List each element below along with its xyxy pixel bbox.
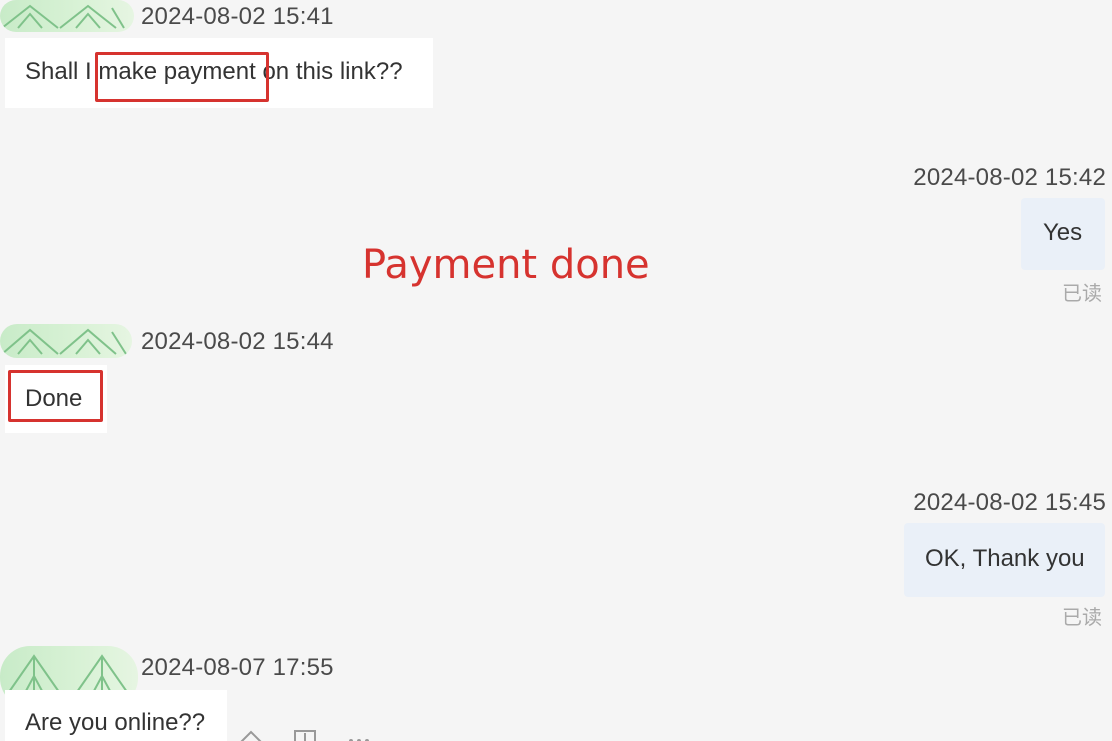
avatar[interactable] xyxy=(0,0,134,32)
message-timestamp: 2024-08-02 15:45 xyxy=(913,489,1106,516)
outgoing-message[interactable]: OK, Thank you xyxy=(904,523,1105,597)
avatar[interactable] xyxy=(0,324,132,358)
translate-icon[interactable] xyxy=(292,726,318,741)
read-status: 已读 xyxy=(1062,281,1102,305)
message-text-part: on this link?? xyxy=(255,58,403,85)
outgoing-message[interactable]: Yes xyxy=(1021,198,1105,270)
share-icon[interactable] xyxy=(238,726,264,741)
message-timestamp: 2024-08-07 17:55 xyxy=(141,654,334,681)
message-timestamp: 2024-08-02 15:44 xyxy=(141,328,334,355)
highlight-box xyxy=(95,52,269,102)
incoming-message[interactable]: Are you online?? xyxy=(5,690,227,741)
message-text: Yes xyxy=(1043,219,1083,246)
message-timestamp: 2024-08-02 15:41 xyxy=(141,3,334,30)
message-text: Are you online?? xyxy=(25,709,206,736)
message-timestamp: 2024-08-02 15:42 xyxy=(913,164,1106,191)
message-actions xyxy=(238,726,372,741)
annotation-label: Payment done xyxy=(362,242,650,288)
leaf-avatar-icon xyxy=(1,4,125,29)
read-status: 已读 xyxy=(1062,605,1102,629)
chat-window: 2024-08-02 15:41 Shall I make payment on… xyxy=(0,0,1112,741)
leaf-avatar-icon xyxy=(1,328,127,355)
highlight-box xyxy=(8,370,103,422)
message-text: OK, Thank you xyxy=(925,545,1085,572)
message-text-part: Shall I xyxy=(25,58,99,85)
more-icon[interactable] xyxy=(346,726,372,741)
